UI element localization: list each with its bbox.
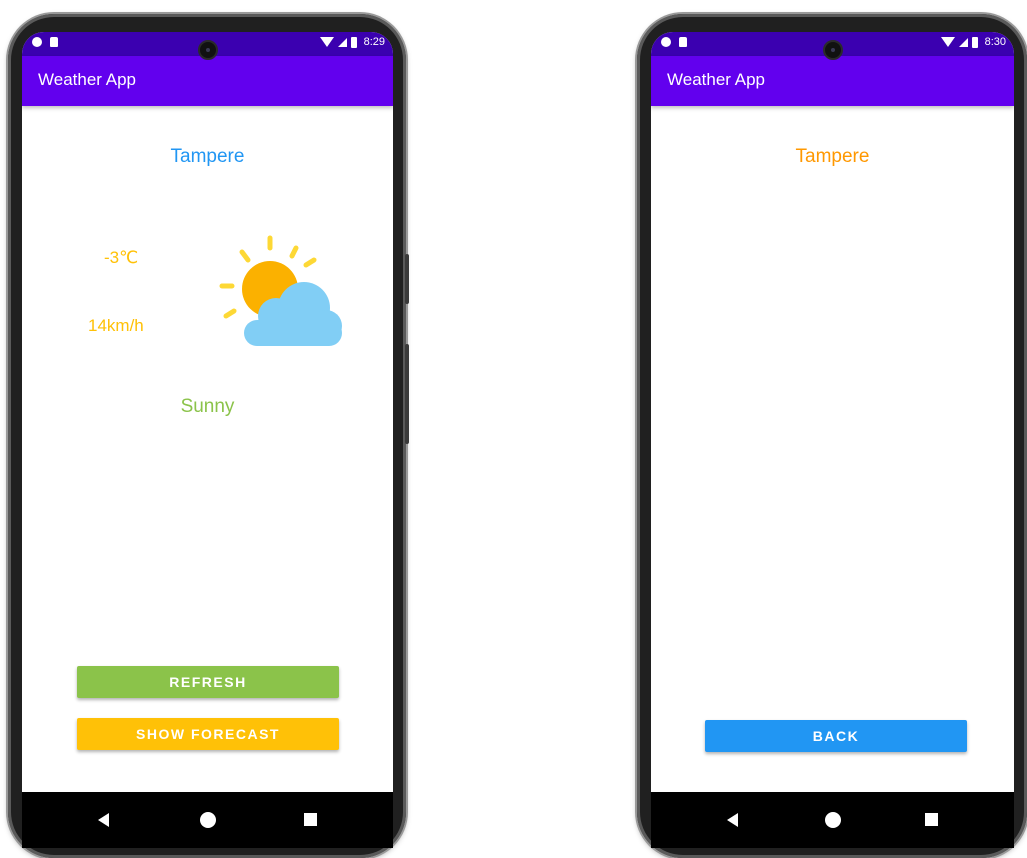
refresh-button[interactable]: REFRESH (77, 666, 339, 698)
sd-card-icon (50, 37, 58, 47)
wifi-icon (319, 37, 334, 47)
app-title: Weather App (667, 70, 765, 89)
app-bar: Weather App (651, 56, 1014, 106)
city-label: Tampere (795, 146, 870, 167)
nav-home-icon[interactable] (199, 812, 216, 828)
sun-behind-cloud-icon (219, 235, 342, 346)
nav-bar (22, 792, 393, 848)
cell-signal-icon (958, 37, 968, 47)
nav-back-icon[interactable] (727, 813, 738, 827)
screen-forecast: 8:30 Weather App Tampere BACK (651, 32, 1014, 848)
show-forecast-button[interactable]: SHOW FORECAST (77, 718, 339, 750)
notification-dot-icon (661, 37, 671, 47)
wind-speed-label: 14km/h (88, 316, 144, 335)
nav-back-icon[interactable] (98, 813, 109, 827)
back-button[interactable]: BACK (705, 720, 967, 752)
nav-recents-icon[interactable] (925, 813, 938, 826)
condition-label: Sunny (180, 396, 235, 417)
battery-icon (350, 36, 357, 48)
status-time: 8:29 (363, 36, 385, 48)
sd-card-icon (679, 37, 687, 47)
notification-dot-icon (32, 37, 42, 47)
power-button (405, 254, 409, 304)
front-camera (197, 40, 218, 60)
phone-main: 8:29 Weather App Tampere -3℃ 14km/h Sunn… (8, 14, 409, 858)
wifi-icon (940, 37, 955, 47)
cell-signal-icon (337, 37, 347, 47)
app-bar: Weather App (22, 56, 393, 106)
app-title: Weather App (38, 70, 136, 89)
battery-icon (971, 36, 978, 48)
nav-bar (651, 792, 1014, 848)
volume-button (405, 344, 409, 444)
temperature-label: -3℃ (104, 248, 139, 267)
screen-main: 8:29 Weather App Tampere -3℃ 14km/h Sunn… (22, 32, 393, 848)
city-label: Tampere (170, 146, 245, 167)
phone-forecast: 8:30 Weather App Tampere BACK (637, 14, 1027, 858)
nav-recents-icon[interactable] (304, 813, 317, 826)
nav-home-icon[interactable] (824, 812, 841, 828)
status-time: 8:30 (984, 36, 1006, 48)
front-camera (822, 40, 843, 60)
